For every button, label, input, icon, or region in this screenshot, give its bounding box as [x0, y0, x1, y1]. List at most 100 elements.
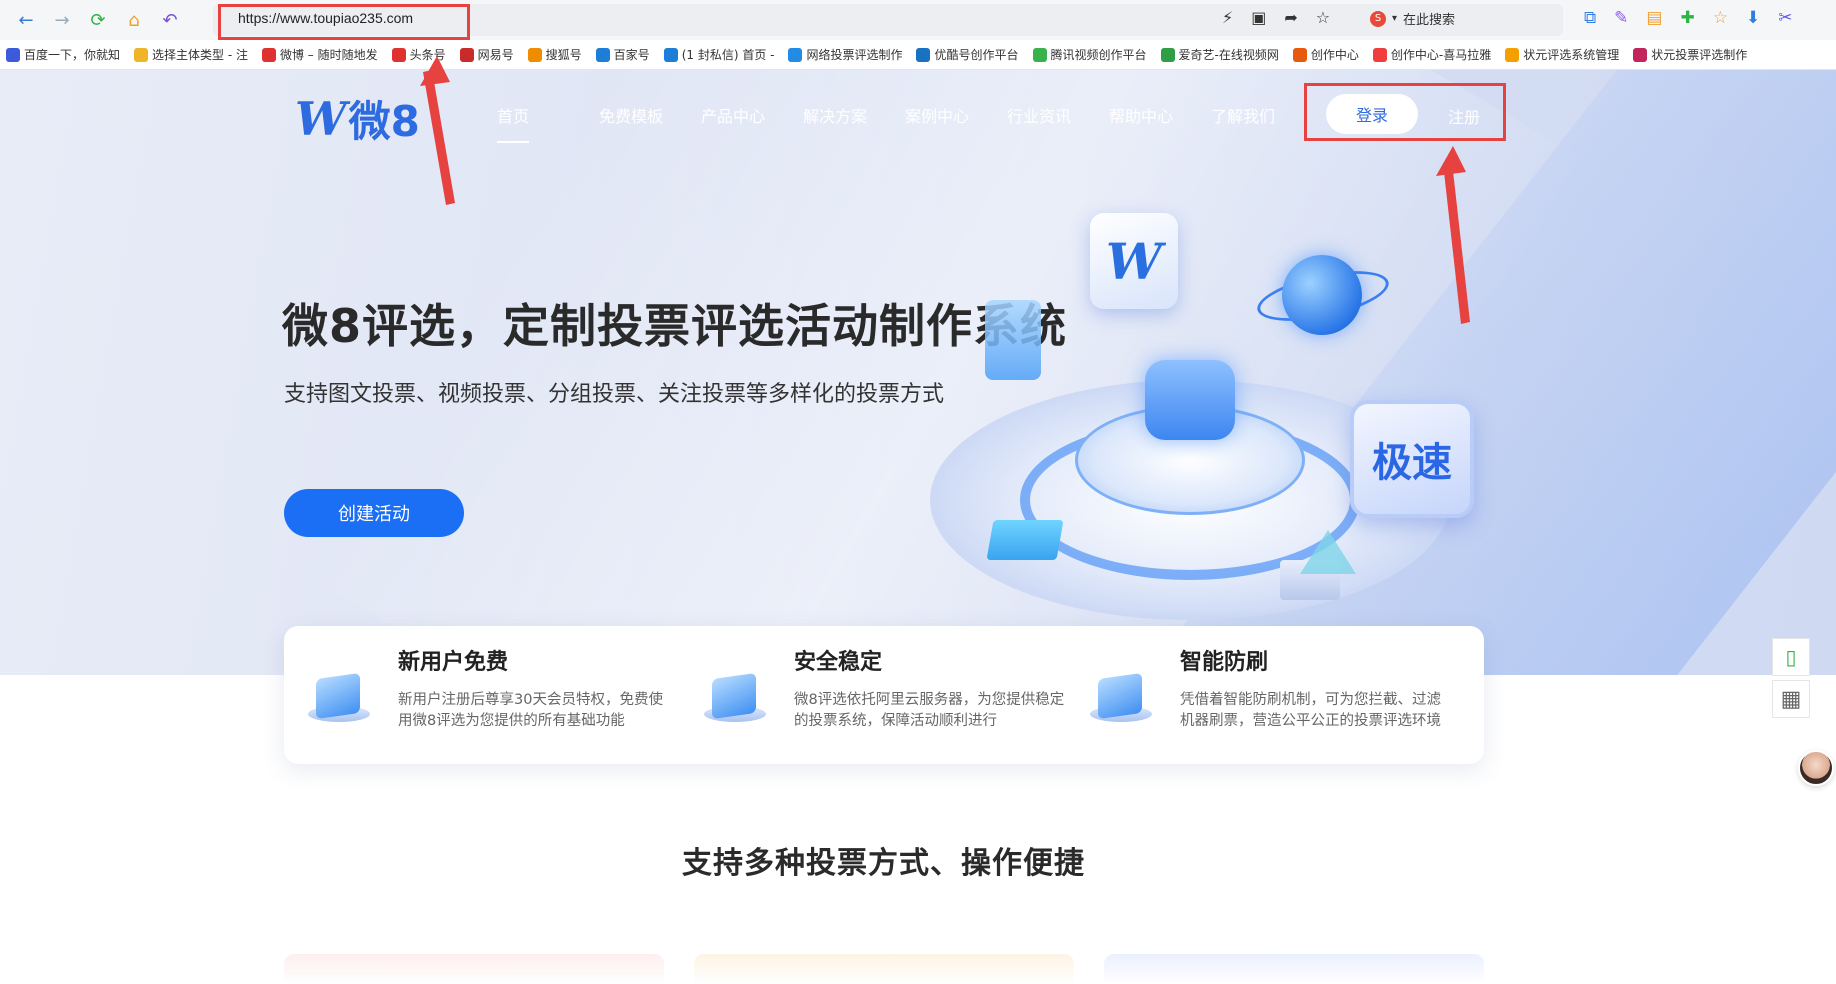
shield-screen-icon	[1090, 670, 1152, 730]
bookmark-item[interactable]: 头条号	[391, 46, 446, 63]
feature-title: 新用户免费	[398, 650, 509, 675]
share-icon[interactable]: ➦	[1284, 8, 1297, 27]
qr-code-icon[interactable]: ▦	[1772, 680, 1810, 718]
nav-about[interactable]: 了解我们	[1211, 103, 1313, 127]
section-title: 支持多种投票方式、操作便捷	[682, 846, 1085, 881]
create-activity-button[interactable]: 创建活动	[284, 489, 464, 537]
bookmark-favicon-icon	[1633, 47, 1648, 62]
forward-icon[interactable]: →	[44, 2, 80, 38]
bookmark-item[interactable]: 搜狐号	[527, 46, 582, 63]
bookmark-label: 百家号	[613, 48, 650, 62]
bookmark-item[interactable]: 腾讯视频创作平台	[1032, 46, 1147, 63]
vote-type-card[interactable]	[694, 954, 1074, 984]
url-highlight-box	[218, 4, 470, 40]
bookmark-item[interactable]: 百度一下，你就知	[6, 46, 120, 63]
back-icon[interactable]: ←	[8, 2, 44, 38]
search-placeholder: 在此搜索	[1403, 13, 1456, 28]
cloud-icon	[1145, 360, 1235, 440]
search-dropdown-icon[interactable]: ▾	[1392, 13, 1397, 24]
bookmark-favicon-icon	[1292, 47, 1307, 62]
bookmark-favicon-icon	[1505, 47, 1520, 62]
lightning-icon[interactable]: ⚡	[1222, 8, 1233, 27]
bookmark-favicon-icon	[1372, 47, 1387, 62]
bookmark-label: 微博 – 随时随地发	[279, 48, 378, 62]
bookmark-label: 爱奇艺-在线视频网	[1178, 48, 1279, 62]
feature-item: 安全稳定 微8评选依托阿里云服务器，为您提供稳定的投票系统，保障活动顺利进行	[680, 626, 1080, 764]
bookmark-favicon-icon	[391, 47, 406, 62]
feature-item: 新用户免费 新用户注册后尊享30天会员特权，免费使用微8评选为您提供的所有基础功…	[284, 626, 684, 764]
bookmark-item[interactable]: 网易号	[459, 46, 514, 63]
bookmark-favicon-icon	[1160, 47, 1175, 62]
capture-icon[interactable]: ▣	[1251, 8, 1266, 27]
refresh-icon[interactable]: ⟳	[80, 2, 116, 38]
hero-subline: 支持图文投票、视频投票、分组投票、关注投票等多样化的投票方式	[284, 382, 945, 407]
bookmark-label: (1 封私信) 首页 -	[681, 48, 775, 62]
nav-active-underline	[497, 141, 529, 143]
search-engine-icon[interactable]: S	[1370, 10, 1386, 27]
favorites-icon[interactable]: ☆	[1713, 8, 1728, 28]
undo-icon[interactable]: ↶	[152, 2, 188, 38]
bookmarks-bar: 百度一下，你就知 选择主体类型 - 注 微博 – 随时随地发 头条号 网易号 搜狐号 百家号…	[0, 40, 1836, 70]
bookmark-label: 头条号	[409, 48, 446, 62]
bookmark-label: 百度一下，你就知	[24, 48, 121, 62]
translate-icon[interactable]: ⧉	[1584, 8, 1596, 28]
note-icon[interactable]: ✎	[1614, 8, 1628, 28]
logo-letter: W	[295, 91, 347, 146]
feature-desc: 凭借着智能防刷机制，可为您拦截、过滤机器刷票，营造公平公正的投票评选环境	[1180, 692, 1441, 729]
nav-cases[interactable]: 案例中心	[905, 103, 1007, 127]
bookmark-item[interactable]: (1 封私信) 首页 -	[663, 46, 775, 63]
vote-type-card[interactable]	[1104, 954, 1484, 984]
bookmark-label: 状元投票评选制作	[1651, 48, 1748, 62]
nav-templates[interactable]: 免费模板	[599, 103, 701, 127]
bookmark-item[interactable]: 优酷号创作平台	[916, 46, 1019, 63]
bookmark-item[interactable]: 微博 – 随时随地发	[261, 46, 378, 63]
bookmark-item[interactable]: 选择主体类型 - 注	[134, 46, 248, 63]
site-logo[interactable]: W 微8	[295, 88, 420, 149]
bookmark-label: 腾讯视频创作平台	[1050, 48, 1147, 62]
bookmark-item[interactable]: 爱奇艺-在线视频网	[1160, 46, 1279, 63]
bookmark-item[interactable]: 网络投票评选制作	[788, 46, 902, 63]
globe-icon	[1282, 255, 1362, 335]
w-logo-card: W	[1090, 213, 1178, 309]
vote-type-card[interactable]	[284, 954, 664, 984]
bookmark-label: 状元评选系统管理	[1523, 48, 1620, 62]
register-button[interactable]: 注册	[1448, 104, 1480, 128]
bookmark-item[interactable]: 创作中心	[1292, 46, 1359, 63]
nav-news[interactable]: 行业资讯	[1007, 103, 1109, 127]
bookmark-favicon-icon	[6, 47, 20, 62]
speed-badge: 极速	[1350, 400, 1474, 518]
bookmark-label: 创作中心	[1310, 48, 1359, 62]
extension-icon[interactable]: ✚	[1680, 8, 1694, 28]
browser-search[interactable]: S ▾ 在此搜索	[1370, 9, 1455, 28]
feature-title: 安全稳定	[794, 650, 883, 675]
nav-home[interactable]: 首页	[497, 103, 599, 127]
nav-products[interactable]: 产品中心	[701, 103, 803, 127]
cube-stack-icon	[308, 670, 370, 730]
bookmark-favicon-icon	[1032, 47, 1047, 62]
bookmark-item[interactable]: 百家号	[595, 46, 650, 63]
bookmark-label: 网易号	[477, 48, 514, 62]
illustration-block	[986, 520, 1064, 560]
bookmark-item[interactable]: 状元投票评选制作	[1633, 46, 1747, 63]
nav-solutions[interactable]: 解决方案	[803, 103, 905, 127]
bookmark-favicon-icon	[916, 47, 931, 62]
feature-title: 智能防刷	[1180, 650, 1269, 675]
bookmark-item[interactable]: 创作中心-喜马拉雅	[1372, 46, 1491, 63]
bookmark-label: 搜狐号	[545, 48, 582, 62]
bookmark-item[interactable]: 状元评选系统管理	[1505, 46, 1619, 63]
feature-desc: 新用户注册后尊享30天会员特权，免费使用微8评选为您提供的所有基础功能	[398, 692, 663, 729]
customer-service-avatar[interactable]	[1798, 750, 1834, 786]
cloud-server-icon	[704, 670, 766, 730]
mobile-phone-icon[interactable]: ▯	[1772, 638, 1810, 676]
download-icon[interactable]: ⬇	[1746, 8, 1760, 28]
folder-icon[interactable]: ▤	[1646, 8, 1662, 28]
feature-desc: 微8评选依托阿里云服务器，为您提供稳定的投票系统，保障活动顺利进行	[794, 692, 1065, 729]
illustration-pyramid	[1300, 530, 1356, 574]
scissors-icon[interactable]: ✂	[1778, 8, 1792, 28]
star-icon[interactable]: ☆	[1316, 8, 1330, 27]
illustration-cube	[985, 300, 1041, 380]
login-button[interactable]: 登录	[1326, 94, 1418, 134]
bookmark-label: 网络投票评选制作	[806, 48, 903, 62]
nav-help[interactable]: 帮助中心	[1109, 103, 1211, 127]
home-icon[interactable]: ⌂	[116, 2, 152, 38]
